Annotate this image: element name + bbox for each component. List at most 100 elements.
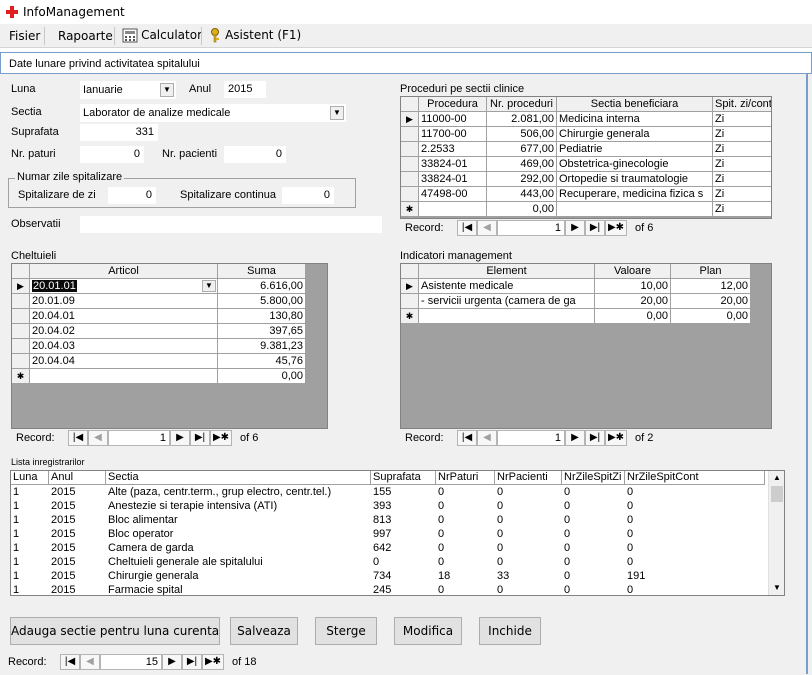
table-cell[interactable]: Ortopedie si traumatologie (557, 172, 713, 187)
column-header[interactable]: NrPaturi (436, 471, 495, 485)
table-cell[interactable] (557, 202, 713, 217)
table-cell[interactable]: 10,00 (595, 279, 671, 294)
table-cell[interactable]: 443,00 (487, 187, 557, 202)
column-header[interactable]: Suma (218, 264, 306, 279)
record-selector[interactable] (12, 339, 30, 354)
table-cell[interactable]: Asistente medicale (419, 279, 595, 294)
table-cell[interactable]: 9.381,23 (218, 339, 306, 354)
new-record-icon[interactable]: ✱ (401, 202, 419, 217)
paturi-input[interactable]: 0 (80, 146, 144, 163)
table-row[interactable]: 47498-00 443,00 Recuperare, medicina fizic… (401, 187, 771, 202)
column-header[interactable]: Sectia (106, 471, 371, 485)
table-cell[interactable]: Zi (713, 142, 771, 157)
table-cell[interactable]: 11700-00 (419, 127, 487, 142)
table-cell[interactable]: 0,00 (671, 309, 751, 324)
chevron-down-icon[interactable]: ▼ (330, 106, 344, 120)
current-record-icon[interactable]: ▶ (401, 279, 419, 294)
new-record-row[interactable]: ✱ 0,00 0,00 (401, 309, 751, 324)
table-cell[interactable]: 2.2533 (419, 142, 487, 157)
record-selector[interactable] (12, 309, 30, 324)
next-record-icon[interactable]: ▶ (565, 220, 585, 236)
first-record-icon[interactable]: |◀ (457, 430, 477, 446)
previous-record-icon[interactable]: ◀ (80, 654, 100, 670)
last-record-icon[interactable]: ▶| (182, 654, 202, 670)
table-cell[interactable] (419, 309, 595, 324)
table-cell[interactable]: 20.04.03 (30, 339, 218, 354)
column-header[interactable]: Luna (11, 471, 49, 485)
record-number-input[interactable]: 15 (100, 654, 162, 670)
record-selector[interactable] (401, 127, 419, 142)
table-row[interactable]: 20.04.01 130,80 (12, 309, 306, 324)
table-cell[interactable]: Chirurgie generala (557, 127, 713, 142)
table-cell[interactable]: 5.800,00 (218, 294, 306, 309)
table-row[interactable]: - servicii urgenta (camera de ga 20,00 20,… (401, 294, 751, 309)
table-cell[interactable]: - servicii urgenta (camera de ga (419, 294, 595, 309)
adauga-sectie-button[interactable]: Adauga sectie pentru luna curenta (10, 617, 220, 645)
menu-calculator[interactable]: Calculator (122, 28, 202, 43)
chevron-down-icon[interactable]: ▼ (160, 83, 174, 97)
table-cell[interactable]: Zi (713, 157, 771, 172)
new-record-icon[interactable]: ✱ (401, 309, 419, 324)
record-selector[interactable] (401, 294, 419, 309)
column-header[interactable]: Plan (671, 264, 751, 279)
salveaza-button[interactable]: Salveaza (230, 617, 298, 645)
record-selector[interactable] (401, 187, 419, 202)
new-record-nav-icon[interactable]: ▶✱ (210, 430, 232, 446)
table-row[interactable]: 20.01.09 5.800,00 (12, 294, 306, 309)
table-row[interactable]: ▶ 20.01.01 ▼ 6.616,00 (12, 279, 306, 294)
first-record-icon[interactable]: |◀ (60, 654, 80, 670)
table-cell[interactable]: Zi (713, 127, 771, 142)
column-header[interactable]: Spit. zi/cont (713, 97, 771, 112)
table-row[interactable]: 2.2533 677,00 Pediatrie Zi (401, 142, 771, 157)
table-cell[interactable]: Zi (713, 172, 771, 187)
table-cell[interactable]: Recuperare, medicina fizica s (557, 187, 713, 202)
chevron-down-icon[interactable]: ▼ (202, 280, 216, 292)
table-cell[interactable]: 20.04.01 (30, 309, 218, 324)
table-cell[interactable]: 45,76 (218, 354, 306, 369)
table-row[interactable]: 20.04.04 45,76 (12, 354, 306, 369)
scroll-down-icon[interactable]: ▼ (769, 581, 784, 595)
table-row[interactable]: 20.04.03 9.381,23 (12, 339, 306, 354)
lista-inregistrarilor[interactable]: Luna Anul Sectia Suprafata NrPaturi NrPacient… (10, 470, 785, 596)
modifica-button[interactable]: Modifica (394, 617, 462, 645)
sectia-combo[interactable]: Laborator de analize medicale ▼ (80, 104, 346, 122)
table-cell[interactable]: 6.616,00 (218, 279, 306, 294)
new-record-row[interactable]: ✱ 0,00 (12, 369, 306, 384)
table-cell[interactable]: Zi (713, 187, 771, 202)
column-header[interactable]: Articol (30, 264, 218, 279)
column-header[interactable]: Sectia beneficiara (557, 97, 713, 112)
table-cell[interactable]: 20.04.04 (30, 354, 218, 369)
new-record-nav-icon[interactable]: ▶✱ (605, 430, 627, 446)
table-cell[interactable] (30, 369, 218, 384)
table-cell[interactable]: 20.01.09 (30, 294, 218, 309)
first-record-icon[interactable]: |◀ (68, 430, 88, 446)
record-number-input[interactable]: 1 (497, 430, 565, 446)
table-cell[interactable]: Pediatrie (557, 142, 713, 157)
table-cell[interactable]: 20,00 (595, 294, 671, 309)
column-header[interactable]: NrZileSpitZi (562, 471, 625, 485)
current-record-icon[interactable]: ▶ (401, 112, 419, 127)
record-selector[interactable] (401, 142, 419, 157)
table-row[interactable]: 20.04.02 397,65 (12, 324, 306, 339)
table-cell[interactable]: 33824-01 (419, 157, 487, 172)
current-record-icon[interactable]: ▶ (12, 279, 30, 294)
record-selector[interactable] (12, 324, 30, 339)
scroll-up-icon[interactable]: ▲ (769, 471, 784, 485)
column-header[interactable]: Element (419, 264, 595, 279)
menu-fisier[interactable]: Fisier (9, 29, 40, 43)
observatii-input[interactable] (80, 216, 382, 233)
previous-record-icon[interactable]: ◀ (88, 430, 108, 446)
last-record-icon[interactable]: ▶| (190, 430, 210, 446)
table-row[interactable]: 33824-01 292,00 Ortopedie si traumatologie… (401, 172, 771, 187)
table-cell[interactable]: Zi (713, 112, 771, 127)
table-row[interactable]: 11700-00 506,00 Chirurgie generala Zi (401, 127, 771, 142)
table-cell[interactable]: 2.081,00 (487, 112, 557, 127)
record-selector[interactable] (12, 354, 30, 369)
table-cell[interactable]: Obstetrica-ginecologie (557, 157, 713, 172)
table-cell[interactable]: 0,00 (595, 309, 671, 324)
table-cell[interactable]: 11000-00 (419, 112, 487, 127)
table-cell[interactable]: Zi (713, 202, 771, 217)
menu-asistent[interactable]: Asistent (F1) (208, 28, 301, 43)
sterge-button[interactable]: Sterge (315, 617, 377, 645)
column-header[interactable]: Valoare (595, 264, 671, 279)
